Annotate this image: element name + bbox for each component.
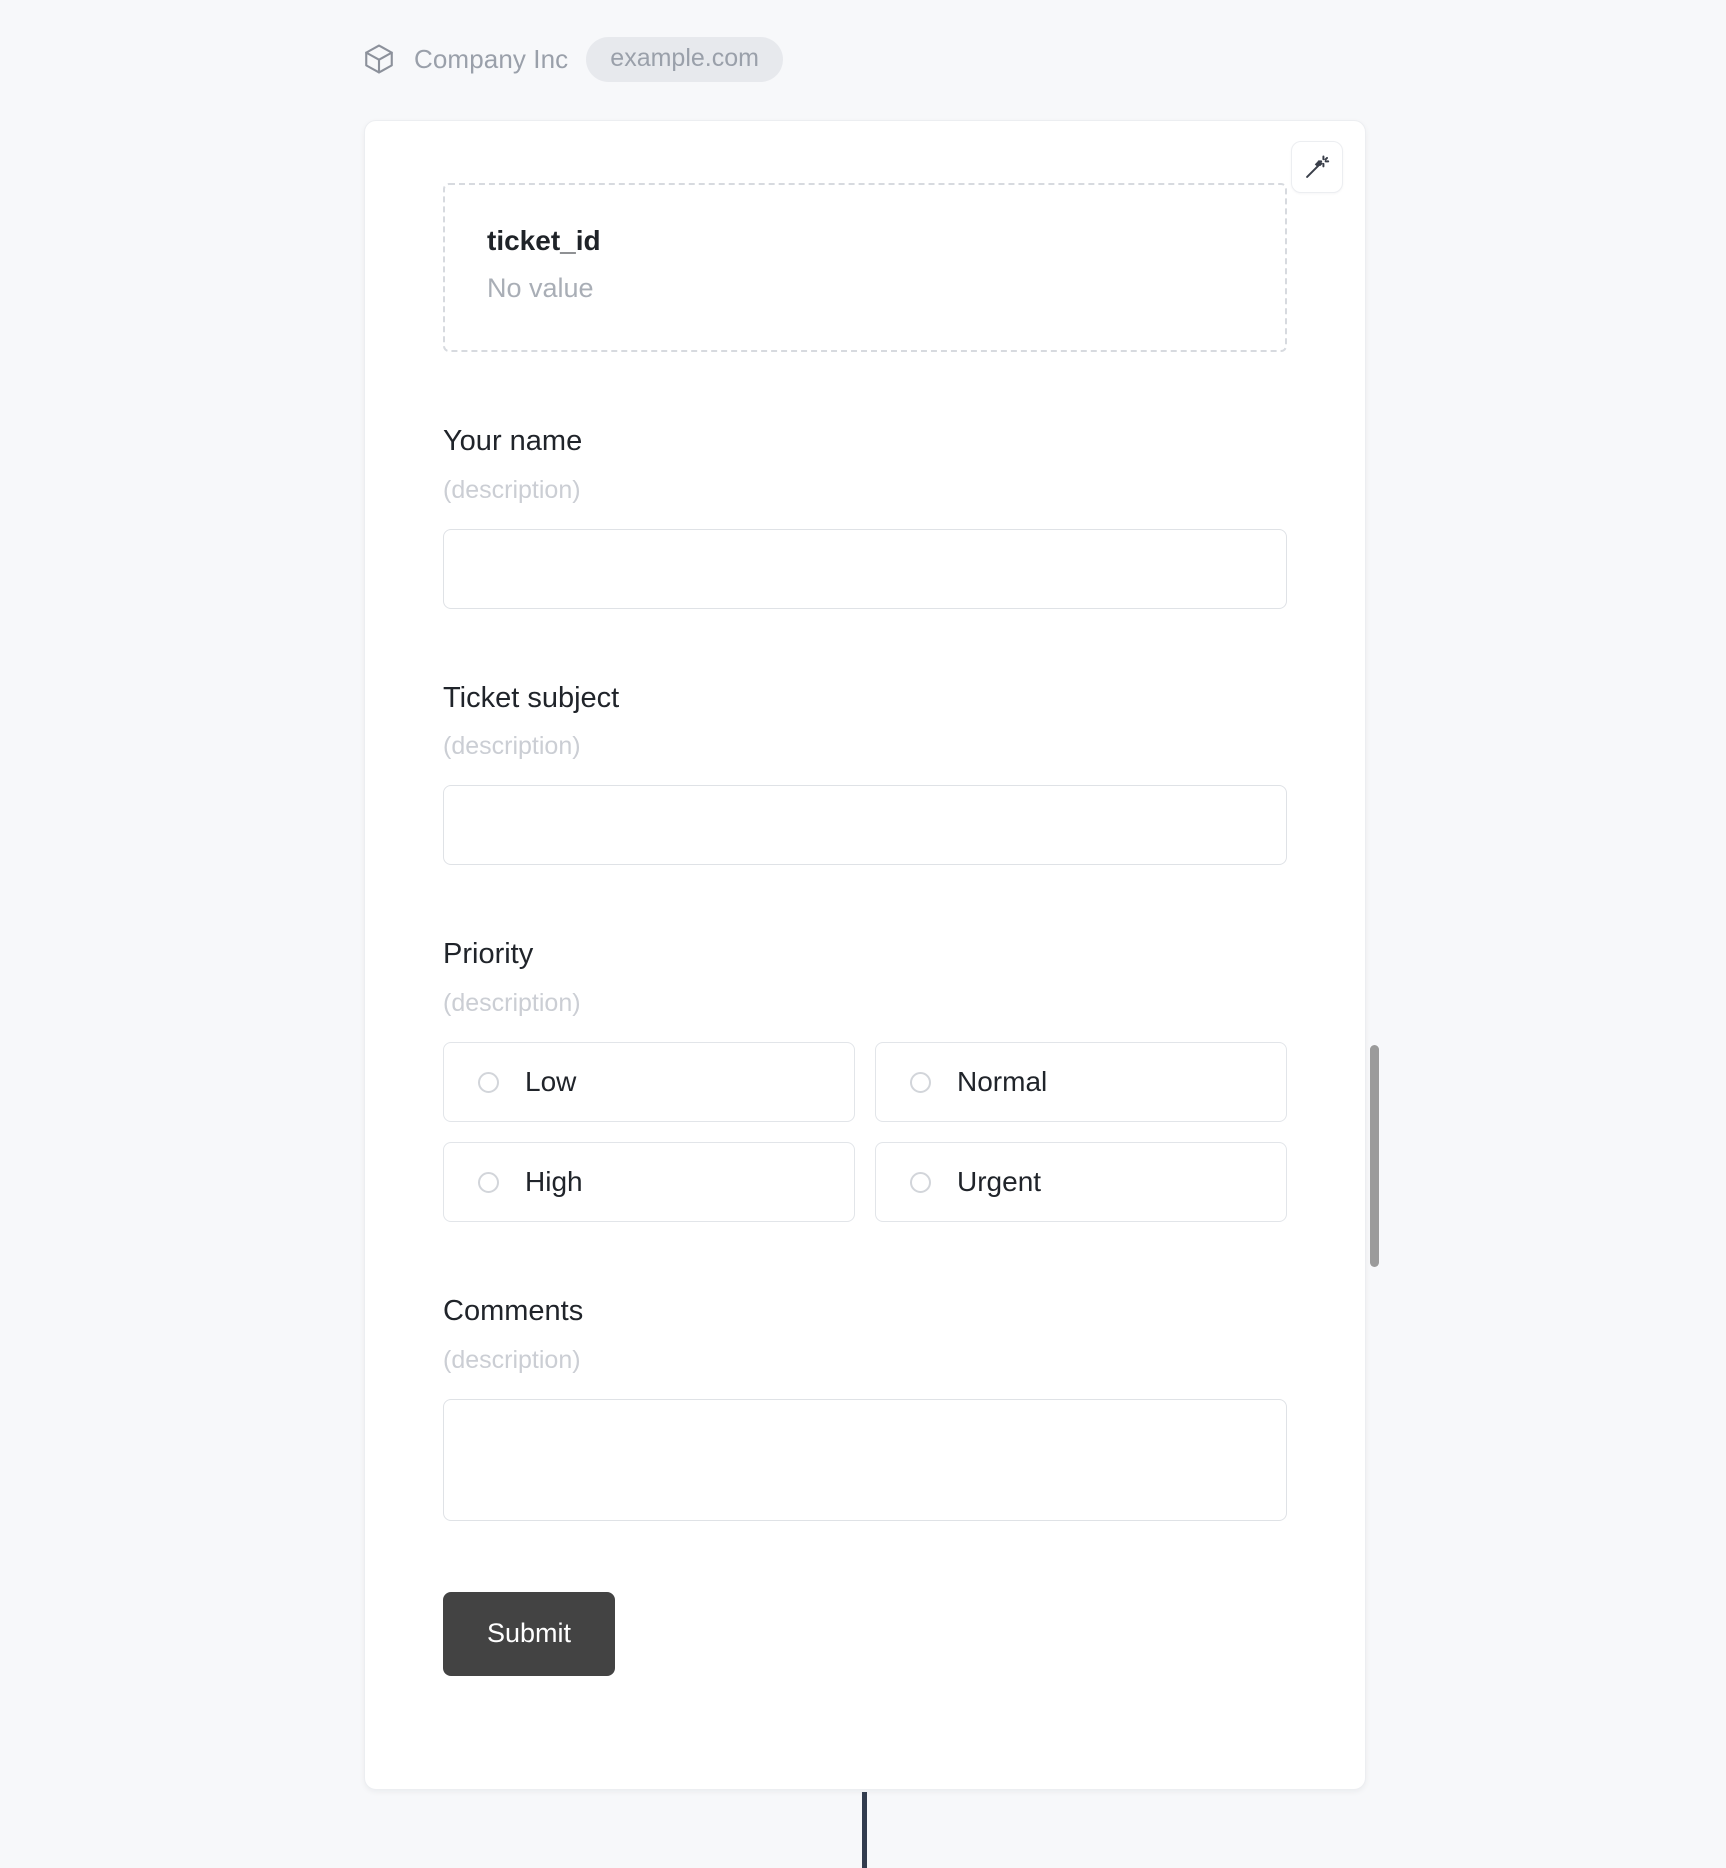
field-label-priority: Priority xyxy=(443,938,534,971)
card-scrollbar-thumb[interactable] xyxy=(1370,1045,1379,1267)
field-description-ticket-subject: (description) xyxy=(443,732,581,761)
priority-option-high[interactable]: High xyxy=(443,1142,855,1223)
cube-icon xyxy=(362,42,396,76)
readonly-token-block: ticket_id No value xyxy=(443,183,1287,352)
priority-option-low[interactable]: Low xyxy=(443,1042,855,1123)
token-value: No value xyxy=(487,273,594,303)
field-ticket-subject: Ticket subject (description) xyxy=(443,681,1287,866)
field-description-comments: (description) xyxy=(443,1345,581,1374)
priority-option-label: Urgent xyxy=(957,1166,1042,1198)
ticket-subject-input[interactable] xyxy=(443,785,1287,866)
priority-option-urgent[interactable]: Urgent xyxy=(875,1142,1287,1223)
form-body: ticket_id No value Your name (descriptio… xyxy=(365,121,1365,1789)
field-label-your-name: Your name xyxy=(443,424,583,457)
field-comments: Comments (description) xyxy=(443,1294,1287,1526)
bottom-divider-line xyxy=(862,1792,867,1868)
priority-option-normal[interactable]: Normal xyxy=(875,1042,1287,1123)
radio-circle-icon xyxy=(910,1171,931,1193)
priority-option-label: Low xyxy=(525,1066,577,1098)
field-your-name: Your name (description) xyxy=(443,424,1287,609)
submit-button[interactable]: Submit xyxy=(443,1591,615,1676)
field-priority: Priority (description) Low Normal High U xyxy=(443,937,1287,1223)
company-name: Company Inc xyxy=(414,43,569,74)
token-key: ticket_id xyxy=(487,225,601,256)
submit-row: Submit xyxy=(443,1591,1287,1676)
domain-badge: example.com xyxy=(586,36,783,82)
radio-circle-icon xyxy=(910,1071,931,1093)
brand-header: Company Inc example.com xyxy=(362,36,783,82)
radio-circle-icon xyxy=(478,1071,499,1093)
field-description-priority: (description) xyxy=(443,989,581,1018)
priority-option-label: High xyxy=(525,1166,583,1198)
comments-textarea[interactable] xyxy=(443,1398,1287,1521)
radio-circle-icon xyxy=(478,1171,499,1193)
field-label-ticket-subject: Ticket subject xyxy=(443,681,620,714)
priority-radio-group: Low Normal High Urgent xyxy=(443,1042,1287,1223)
your-name-input[interactable] xyxy=(443,528,1287,609)
field-description-your-name: (description) xyxy=(443,475,581,504)
form-card: ticket_id No value Your name (descriptio… xyxy=(364,120,1366,1790)
field-label-comments: Comments xyxy=(443,1295,584,1328)
priority-option-label: Normal xyxy=(957,1066,1048,1098)
